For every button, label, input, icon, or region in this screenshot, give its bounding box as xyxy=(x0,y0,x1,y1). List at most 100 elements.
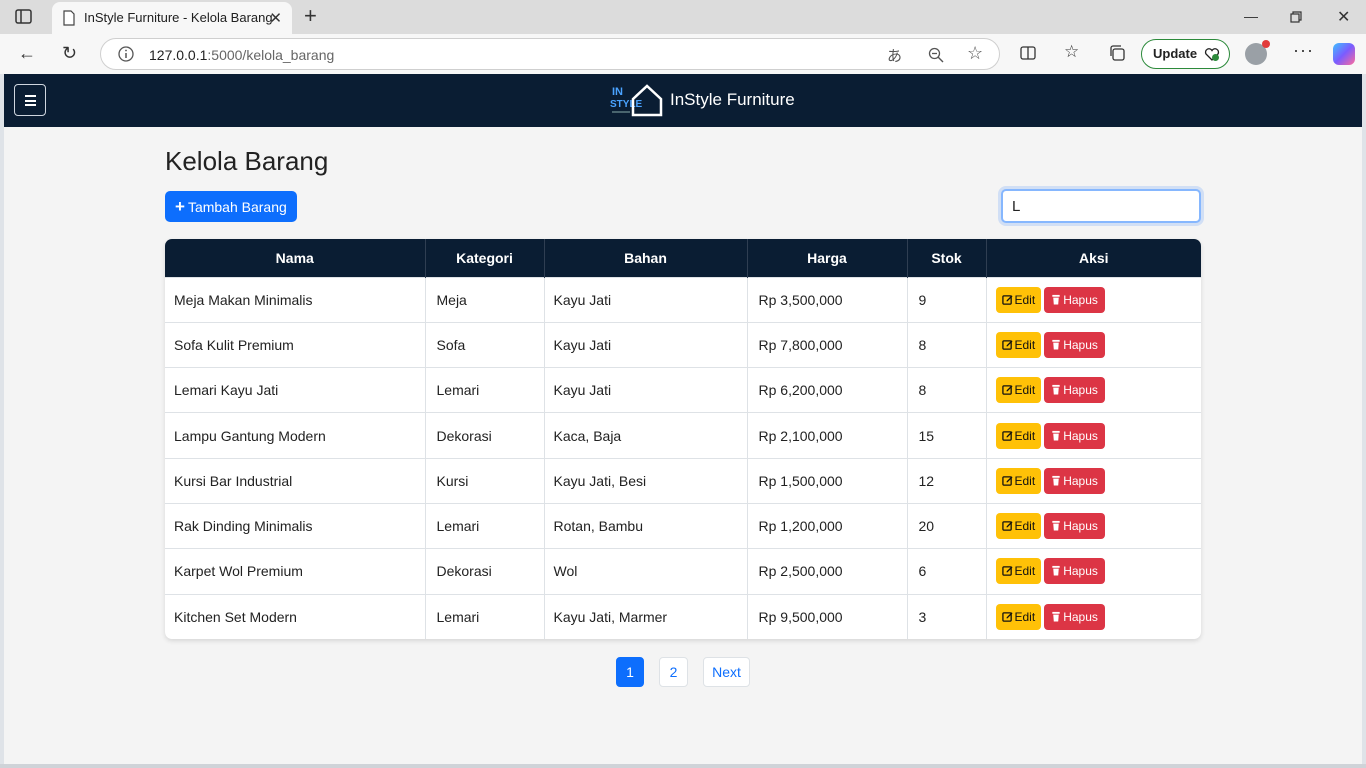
edit-icon xyxy=(1001,566,1013,577)
cell-harga: Rp 1,200,000 xyxy=(747,502,908,549)
cell-nama: Lampu Gantung Modern xyxy=(165,412,426,459)
tab-actions-icon[interactable] xyxy=(14,8,34,26)
cell-bahan: Kayu Jati xyxy=(544,276,748,323)
trash-icon xyxy=(1052,430,1060,441)
zoom-icon[interactable] xyxy=(928,47,944,63)
cell-kategori: Dekorasi xyxy=(425,548,545,595)
table-row: Sofa Kulit Premium Sofa Kayu Jati Rp 7,800,… xyxy=(165,321,1201,368)
browser-tab[interactable]: InStyle Furniture - Kelola Barang ✕ xyxy=(52,2,292,34)
cell-stok: 20 xyxy=(907,502,987,549)
header-nama: Nama xyxy=(165,239,426,277)
table-row: Kitchen Set Modern Lemari Kayu Jati, Marme… xyxy=(165,593,1201,640)
edit-button[interactable]: Edit xyxy=(995,422,1042,449)
table-header-row: Nama Kategori Bahan Harga Stok Aksi xyxy=(165,239,1201,277)
trash-icon xyxy=(1052,385,1060,395)
address-bar[interactable]: 127.0.0.1:5000/kelola_barang あ ☆ xyxy=(100,38,1000,70)
svg-text:IN: IN xyxy=(612,86,623,98)
cell-harga: Rp 2,100,000 xyxy=(747,412,908,459)
delete-button[interactable]: Hapus xyxy=(1044,286,1105,313)
cell-nama: Kursi Bar Industrial xyxy=(165,457,426,504)
menu-toggle-button[interactable] xyxy=(14,84,46,116)
delete-button[interactable]: Hapus xyxy=(1044,467,1105,494)
delete-button[interactable]: Hapus xyxy=(1044,422,1105,449)
favorite-star-icon[interactable]: ☆ xyxy=(967,43,983,64)
trash-icon xyxy=(1052,566,1060,576)
delete-button[interactable]: Hapus xyxy=(1044,331,1105,358)
cell-kategori: Lemari xyxy=(425,593,545,640)
split-screen-icon[interactable] xyxy=(1019,44,1037,62)
page-title: Kelola Barang xyxy=(165,146,329,176)
cell-bahan: Rotan, Bambu xyxy=(544,502,748,549)
minimize-icon[interactable]: — xyxy=(1244,8,1258,24)
cell-aksi: Edit Hapus xyxy=(986,412,1201,459)
trash-icon xyxy=(1052,294,1060,305)
table-row: Kursi Bar Industrial Kursi Kayu Jati, Besi… xyxy=(165,457,1201,504)
cell-harga: Rp 6,200,000 xyxy=(747,367,908,413)
new-tab-icon[interactable]: + xyxy=(304,5,317,27)
cell-stok: 8 xyxy=(907,367,987,413)
edit-button[interactable]: Edit xyxy=(995,331,1042,358)
edit-button[interactable]: Edit xyxy=(995,467,1042,494)
delete-button[interactable]: Hapus xyxy=(1044,377,1105,404)
cell-aksi: Edit Hapus xyxy=(986,593,1201,640)
delete-button[interactable]: Hapus xyxy=(1044,513,1105,540)
cell-kategori: Sofa xyxy=(425,321,545,368)
page-2-button[interactable]: 2 xyxy=(659,657,688,687)
cell-stok: 9 xyxy=(907,276,987,323)
cell-nama: Meja Makan Minimalis xyxy=(165,276,426,323)
close-window-icon[interactable]: ✕ xyxy=(1337,7,1350,27)
cell-harga: Rp 2,500,000 xyxy=(747,548,908,595)
cell-aksi: Edit Hapus xyxy=(986,502,1201,549)
cell-bahan: Kayu Jati, Marmer xyxy=(544,593,748,640)
cell-nama: Sofa Kulit Premium xyxy=(165,321,426,368)
read-aloud-icon[interactable]: あ xyxy=(887,45,902,66)
delete-button[interactable]: Hapus xyxy=(1044,558,1105,585)
cell-kategori: Kursi xyxy=(425,457,545,504)
cell-harga: Rp 7,800,000 xyxy=(747,321,908,368)
edit-button[interactable]: Edit xyxy=(995,603,1042,630)
cell-stok: 6 xyxy=(907,548,987,595)
table-row: Rak Dinding Minimalis Lemari Rotan, Bambu R… xyxy=(165,502,1201,549)
table-row: Karpet Wol Premium Dekorasi Wol Rp 2,500,00… xyxy=(165,548,1201,595)
cell-harga: Rp 3,500,000 xyxy=(747,276,908,323)
edit-icon xyxy=(1001,612,1013,622)
delete-button[interactable]: Hapus xyxy=(1044,603,1105,630)
trash-icon xyxy=(1052,339,1060,350)
cell-aksi: Edit Hapus xyxy=(986,548,1201,595)
search-input[interactable] xyxy=(1001,189,1201,223)
cell-aksi: Edit Hapus xyxy=(986,321,1201,368)
cell-kategori: Lemari xyxy=(425,502,545,549)
header-harga: Harga xyxy=(747,239,908,277)
profile-avatar[interactable] xyxy=(1245,40,1270,65)
favorites-icon[interactable]: ☆ xyxy=(1064,42,1079,62)
edit-button[interactable]: Edit xyxy=(995,513,1042,540)
back-icon[interactable]: ← xyxy=(18,43,36,64)
cell-aksi: Edit Hapus xyxy=(986,457,1201,504)
copilot-icon[interactable] xyxy=(1333,43,1355,65)
top-navbar: IN STYLE InStyle Furniture xyxy=(4,74,1362,127)
cell-nama: Lemari Kayu Jati xyxy=(165,367,426,413)
header-bahan: Bahan xyxy=(544,239,748,277)
add-item-button[interactable]: + Tambah Barang xyxy=(165,191,297,222)
cell-stok: 12 xyxy=(907,457,987,504)
cell-kategori: Meja xyxy=(425,276,545,323)
reload-icon[interactable]: ↻ xyxy=(62,43,77,64)
header-stok: Stok xyxy=(907,239,987,277)
page-icon xyxy=(63,10,75,26)
more-options-icon[interactable]: ··· xyxy=(1293,40,1314,61)
edit-icon xyxy=(1001,521,1013,531)
site-info-icon[interactable] xyxy=(117,45,135,63)
page-1-button[interactable]: 1 xyxy=(616,657,644,687)
restore-icon[interactable] xyxy=(1290,11,1302,23)
collections-icon[interactable] xyxy=(1108,44,1126,62)
next-page-button[interactable]: Next xyxy=(703,657,750,687)
close-tab-icon[interactable]: ✕ xyxy=(269,9,282,27)
cell-bahan: Kayu Jati, Besi xyxy=(544,457,748,504)
update-button[interactable]: Update xyxy=(1141,39,1230,69)
table-row: Lampu Gantung Modern Dekorasi Kaca, Baja Rp… xyxy=(165,412,1201,459)
edit-button[interactable]: Edit xyxy=(995,558,1042,585)
edit-button[interactable]: Edit xyxy=(995,286,1042,313)
cell-aksi: Edit Hapus xyxy=(986,276,1201,323)
edit-button[interactable]: Edit xyxy=(995,377,1042,404)
svg-text:STYLE: STYLE xyxy=(610,99,643,110)
